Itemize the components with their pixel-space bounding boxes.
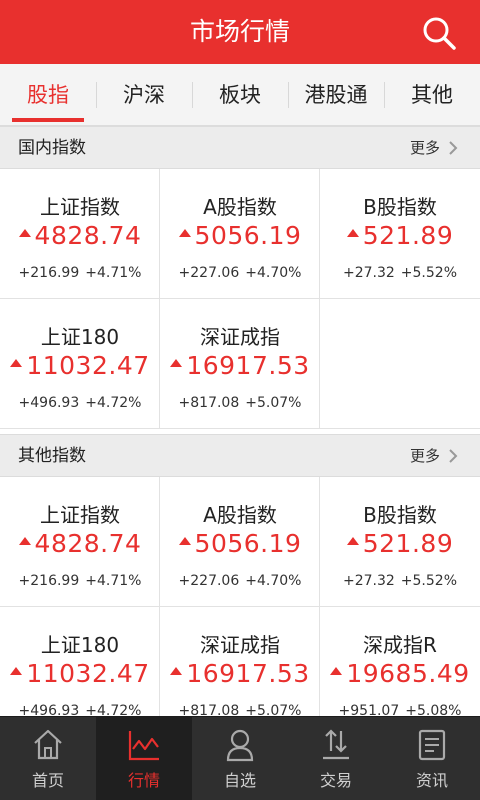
index-price: 521.89	[362, 221, 454, 250]
section-title: 国内指数	[18, 138, 86, 158]
up-arrow-icon	[18, 537, 31, 545]
index-change: +27.32	[342, 265, 395, 281]
app-header: 市场行情	[0, 0, 480, 64]
bottom-nav: 首页 行情 自选 交易 资讯	[0, 716, 480, 800]
index-name: 上证指数	[40, 503, 120, 527]
tab-label: 沪深	[123, 83, 165, 107]
index-price: 16917.53	[186, 351, 310, 380]
index-change: +496.93	[18, 395, 80, 411]
index-price: 521.89	[362, 529, 454, 558]
tab-stock-index[interactable]: 股指	[0, 64, 96, 126]
index-price: 4828.74	[34, 529, 142, 558]
nav-watchlist[interactable]: 自选	[192, 717, 288, 800]
chevron-right-icon[interactable]	[446, 141, 460, 155]
index-card[interactable]: B股指数 521.89 +27.32 +5.52%	[320, 169, 480, 299]
nav-label: 首页	[31, 771, 64, 790]
more-link[interactable]: 更多	[410, 435, 440, 477]
up-arrow-icon	[170, 667, 183, 675]
tab-bar: 股指 沪深 板块 港股通 其他	[0, 64, 480, 126]
search-icon[interactable]	[420, 14, 458, 52]
news-icon	[418, 729, 446, 761]
index-change: +227.06	[178, 265, 240, 281]
index-change-percent: +4.70%	[245, 265, 302, 281]
index-change: +216.99	[18, 265, 80, 281]
index-name: 上证180	[40, 325, 120, 349]
index-change: +27.32	[342, 573, 395, 589]
index-grid-domestic: 上证指数 4828.74 +216.99 +4.71% A股指数 5056.19 …	[0, 169, 480, 430]
up-arrow-icon	[330, 667, 343, 675]
nav-news[interactable]: 资讯	[384, 717, 480, 800]
index-name: B股指数	[363, 195, 437, 219]
index-change: +817.08	[178, 395, 240, 411]
section-title: 其他指数	[18, 446, 86, 466]
index-change-percent: +4.71%	[85, 265, 142, 281]
index-card[interactable]: 深证成指 16917.53 +817.08 +5.07%	[160, 299, 320, 429]
index-name: 上证180	[40, 633, 120, 657]
index-price: 11032.47	[26, 351, 150, 380]
index-change-percent: +5.52%	[400, 265, 458, 281]
index-card[interactable]: A股指数 5056.19 +227.06 +4.70%	[160, 169, 320, 299]
index-name: 深证成指	[200, 325, 280, 349]
tab-label: 港股通	[304, 83, 368, 107]
home-icon	[34, 729, 62, 760]
up-arrow-icon	[10, 667, 23, 675]
index-change-percent: +4.71%	[85, 573, 142, 589]
nav-home[interactable]: 首页	[0, 717, 96, 800]
chevron-right-icon[interactable]	[446, 449, 460, 463]
up-arrow-icon	[18, 229, 31, 237]
index-change-percent: +5.52%	[400, 573, 458, 589]
index-name: 深证成指	[200, 633, 280, 657]
up-arrow-icon	[346, 537, 359, 545]
index-card[interactable]: 上证180 11032.47 +496.93 +4.72%	[0, 299, 160, 429]
index-name: 上证指数	[40, 195, 120, 219]
trade-icon	[323, 729, 349, 760]
nav-label: 自选	[223, 771, 256, 790]
index-card[interactable]: 上证指数 4828.74 +216.99 +4.71%	[0, 169, 160, 299]
index-change-percent: +4.72%	[85, 395, 142, 411]
index-price: 11032.47	[26, 659, 150, 688]
index-name: A股指数	[203, 503, 277, 527]
index-name: B股指数	[363, 503, 437, 527]
page-title: 市场行情	[189, 17, 290, 46]
empty-cell	[320, 299, 480, 429]
up-arrow-icon	[178, 537, 191, 545]
index-card[interactable]: B股指数 521.89 +27.32 +5.52%	[320, 477, 480, 607]
up-arrow-icon	[10, 359, 23, 367]
index-name: A股指数	[203, 195, 277, 219]
up-arrow-icon	[170, 359, 183, 367]
index-change: +216.99	[18, 573, 80, 589]
index-change-percent: +5.07%	[245, 395, 302, 411]
up-arrow-icon	[346, 229, 359, 237]
nav-trade[interactable]: 交易	[288, 717, 384, 800]
tab-other[interactable]: 其他	[384, 64, 480, 126]
index-price: 16917.53	[186, 659, 310, 688]
index-price: 4828.74	[34, 221, 142, 250]
tab-label: 板块	[219, 83, 261, 107]
tab-sectors[interactable]: 板块	[192, 64, 288, 126]
index-price: 5056.19	[194, 221, 302, 250]
tab-label: 其他	[411, 83, 453, 107]
index-card[interactable]: 上证指数 4828.74 +216.99 +4.71%	[0, 477, 160, 607]
nav-label: 交易	[319, 771, 352, 790]
index-change: +227.06	[178, 573, 240, 589]
section-header-other: 其他指数 更多	[0, 434, 480, 477]
chart-icon	[128, 731, 159, 761]
tab-label: 股指	[27, 83, 69, 107]
up-arrow-icon	[178, 229, 191, 237]
index-price: 19685.49	[346, 659, 470, 688]
nav-label: 资讯	[415, 771, 448, 790]
index-card[interactable]: A股指数 5056.19 +227.06 +4.70%	[160, 477, 320, 607]
tab-shanghai-shenzhen[interactable]: 沪深	[96, 64, 192, 126]
tab-stock-connect[interactable]: 港股通	[288, 64, 384, 126]
index-change-percent: +4.70%	[245, 573, 302, 589]
nav-market[interactable]: 行情	[96, 717, 192, 800]
index-price: 5056.19	[194, 529, 302, 558]
tab-active-indicator	[12, 118, 84, 122]
user-icon	[226, 729, 254, 762]
more-link[interactable]: 更多	[410, 127, 440, 169]
nav-label: 行情	[127, 771, 160, 790]
section-header-domestic: 国内指数 更多	[0, 126, 480, 169]
index-grid-other: 上证指数 4828.74 +216.99 +4.71% A股指数 5056.19 …	[0, 477, 480, 737]
index-name: 深成指R	[363, 633, 437, 657]
